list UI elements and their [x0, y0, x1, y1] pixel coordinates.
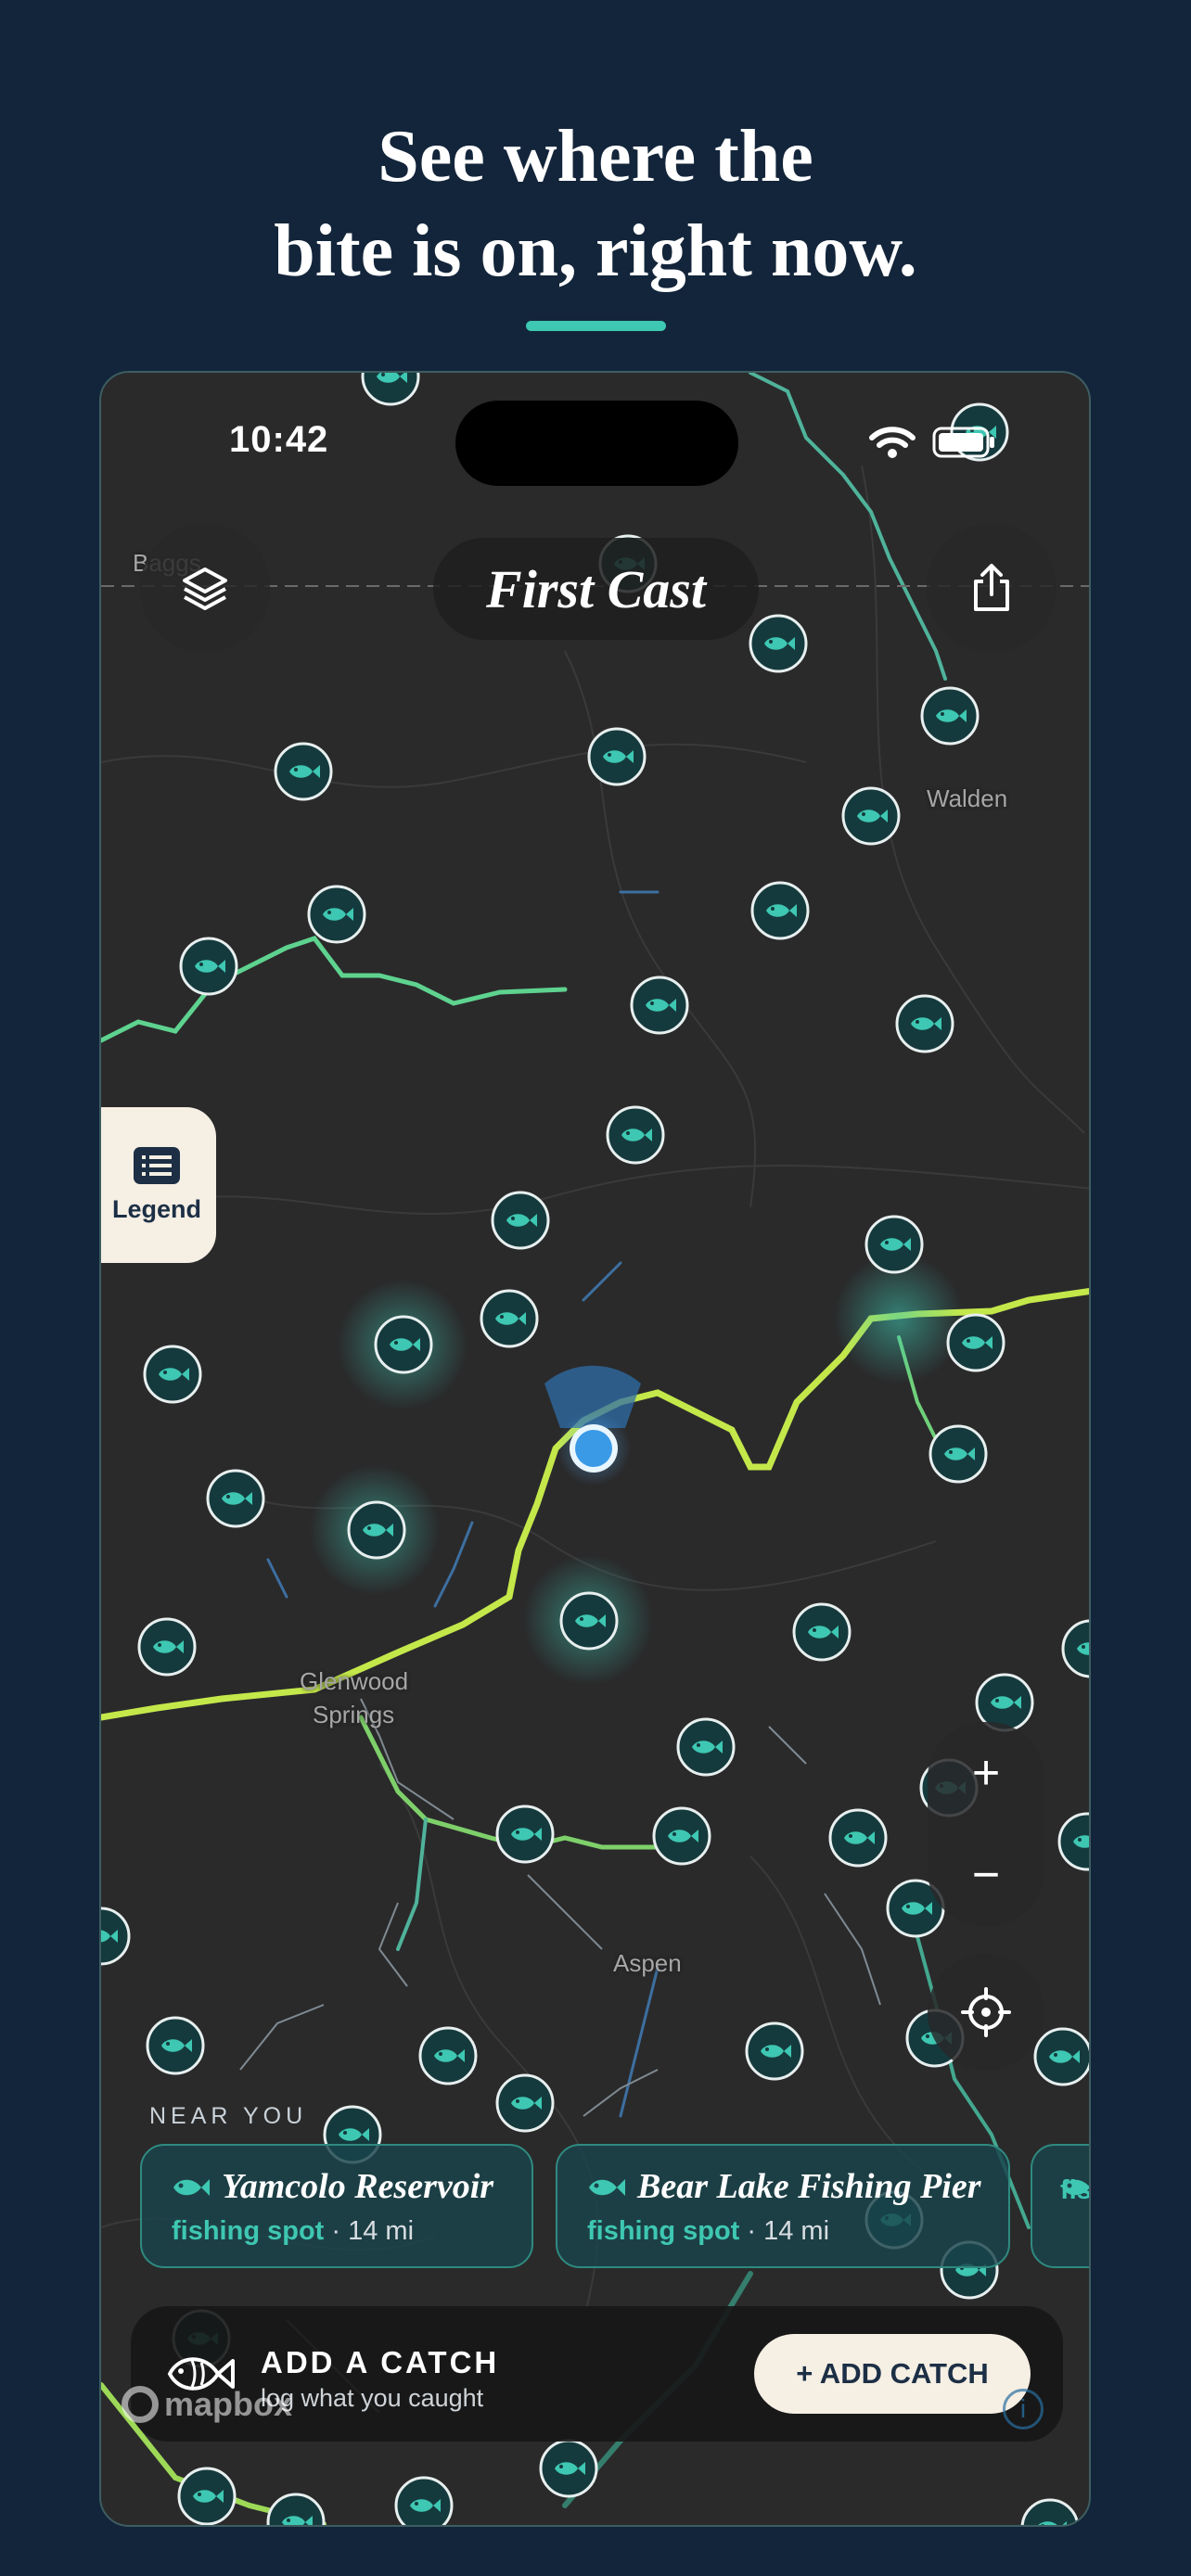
fish-spot-marker[interactable]: [841, 786, 901, 846]
fish-spot-marker[interactable]: [749, 614, 808, 673]
fish-spot-marker[interactable]: [630, 976, 689, 1035]
crosshair-icon: [961, 1987, 1011, 2037]
fish-spot-marker[interactable]: [792, 1602, 852, 1662]
legend-button[interactable]: Legend: [101, 1107, 216, 1263]
add-catch-title: ADD A CATCH: [261, 2345, 500, 2379]
fish-spot-marker[interactable]: [374, 1315, 433, 1374]
fish-icon: [173, 2179, 210, 2196]
fish-spot-marker[interactable]: [179, 937, 238, 996]
wifi-icon: [869, 427, 916, 458]
spot-type: fishing spot: [172, 2216, 325, 2246]
app-title: First Cast: [433, 538, 759, 640]
fish-spot-marker[interactable]: [177, 2467, 237, 2525]
spot-meta: fishing spot · 14 mi: [587, 2216, 1008, 2247]
fish-spot-marker[interactable]: [495, 1804, 555, 1864]
fish-spot-marker[interactable]: [418, 2026, 478, 2085]
fish-spot-marker[interactable]: [361, 373, 420, 406]
zoom-controls: + −: [928, 1722, 1044, 1926]
fish-spot-marker[interactable]: [928, 1424, 988, 1484]
fish-spot-marker[interactable]: [539, 2439, 598, 2498]
fish-spot-marker[interactable]: [206, 1469, 265, 1528]
fish-spot-marker[interactable]: [920, 686, 980, 746]
spot-type: fishing spot: [587, 2216, 740, 2246]
status-time: 10:42: [229, 419, 329, 460]
fish-icon: [1062, 2179, 1089, 2196]
fish-spot-marker[interactable]: [491, 1191, 550, 1250]
fish-spot-marker[interactable]: [1033, 2027, 1091, 2086]
legend-label: Legend: [111, 1194, 201, 1223]
fish-spot-marker[interactable]: [946, 1313, 1005, 1372]
headline-underline: [526, 321, 666, 331]
place-label-glenwood: Glenwood: [300, 1667, 409, 1695]
fish-spot-marker[interactable]: [101, 1906, 131, 1966]
fish-spot-marker[interactable]: [347, 1500, 406, 1560]
phone-frame: Baggs Walden Glenwood Springs Aspen 10:4…: [99, 371, 1091, 2527]
fish-spot-marker[interactable]: [143, 1345, 202, 1404]
fish-spot-marker[interactable]: [587, 727, 647, 786]
mapbox-logo[interactable]: mapbox: [122, 2385, 292, 2424]
fish-spot-marker[interactable]: [480, 1289, 539, 1348]
headline-line-1: See where the: [378, 116, 813, 198]
spot-distance: · 14 mi: [747, 2216, 830, 2246]
mapbox-mark-icon: [122, 2386, 159, 2423]
spot-distance: · 14 mi: [331, 2216, 415, 2246]
fish-spot-marker[interactable]: [1057, 1812, 1091, 1871]
spot-card[interactable]: fis: [1031, 2144, 1089, 2268]
fish-spot-marker[interactable]: [828, 1808, 888, 1868]
fish-spot-marker[interactable]: [676, 1717, 736, 1777]
fish-spot-marker[interactable]: [750, 881, 810, 940]
spot-name: Bear Lake Fishing Pier: [637, 2167, 981, 2206]
spot-meta: fishing spot · 14 mi: [172, 2216, 531, 2247]
near-you-label: NEAR YOU: [149, 2103, 308, 2129]
place-label-walden: Walden: [927, 784, 1008, 812]
spot-card[interactable]: Bear Lake Fishing Pier fishing spot · 14…: [556, 2144, 1010, 2268]
fish-spot-marker[interactable]: [864, 1215, 924, 1274]
fish-spot-marker[interactable]: [307, 885, 366, 944]
fish-spot-marker[interactable]: [146, 2016, 205, 2075]
fish-spot-marker[interactable]: [1020, 2498, 1080, 2527]
fish-spot-marker[interactable]: [495, 2073, 555, 2133]
fish-spot-marker[interactable]: [394, 2476, 454, 2527]
fish-spot-marker[interactable]: [559, 1591, 619, 1651]
fish-spot-marker[interactable]: [606, 1105, 665, 1165]
fish-spot-marker[interactable]: [266, 2493, 326, 2527]
user-location-dot: [544, 1365, 641, 1486]
battery-icon: [932, 427, 994, 458]
layers-icon: [183, 567, 227, 610]
dynamic-island: [455, 401, 738, 486]
attribution-info-button[interactable]: i: [1003, 2389, 1044, 2429]
list-icon: [134, 1146, 180, 1184]
place-label-aspen: Aspen: [613, 1949, 682, 1977]
recenter-button[interactable]: [928, 1954, 1044, 2071]
share-icon: [974, 564, 1009, 611]
spot-card[interactable]: Yamcolo Reservoir fishing spot · 14 mi: [140, 2144, 533, 2268]
promo-headline: See where the bite is on, right now.: [0, 109, 1191, 299]
fish-spot-marker[interactable]: [745, 2021, 804, 2081]
fish-spot-marker[interactable]: [274, 742, 333, 801]
mapbox-wordmark: mapbox: [164, 2385, 293, 2423]
share-button[interactable]: [927, 523, 1057, 653]
zoom-in-button[interactable]: +: [972, 1745, 1000, 1801]
fish-icon: [589, 2179, 625, 2196]
headline-line-2: bite is on, right now.: [274, 210, 917, 292]
spot-name: Yamcolo Reservoir: [222, 2167, 494, 2206]
layers-button[interactable]: [140, 523, 270, 653]
fish-spot-marker[interactable]: [652, 1806, 711, 1866]
zoom-out-button[interactable]: −: [972, 1847, 1000, 1903]
fish-spot-marker[interactable]: [895, 994, 954, 1053]
place-label-springs: Springs: [313, 1701, 395, 1728]
add-catch-subtitle: log what you caught: [261, 2384, 484, 2412]
fish-spot-marker[interactable]: [1061, 1619, 1091, 1678]
fish-spot-marker[interactable]: [137, 1617, 197, 1677]
add-catch-button[interactable]: + ADD CATCH: [754, 2334, 1031, 2414]
